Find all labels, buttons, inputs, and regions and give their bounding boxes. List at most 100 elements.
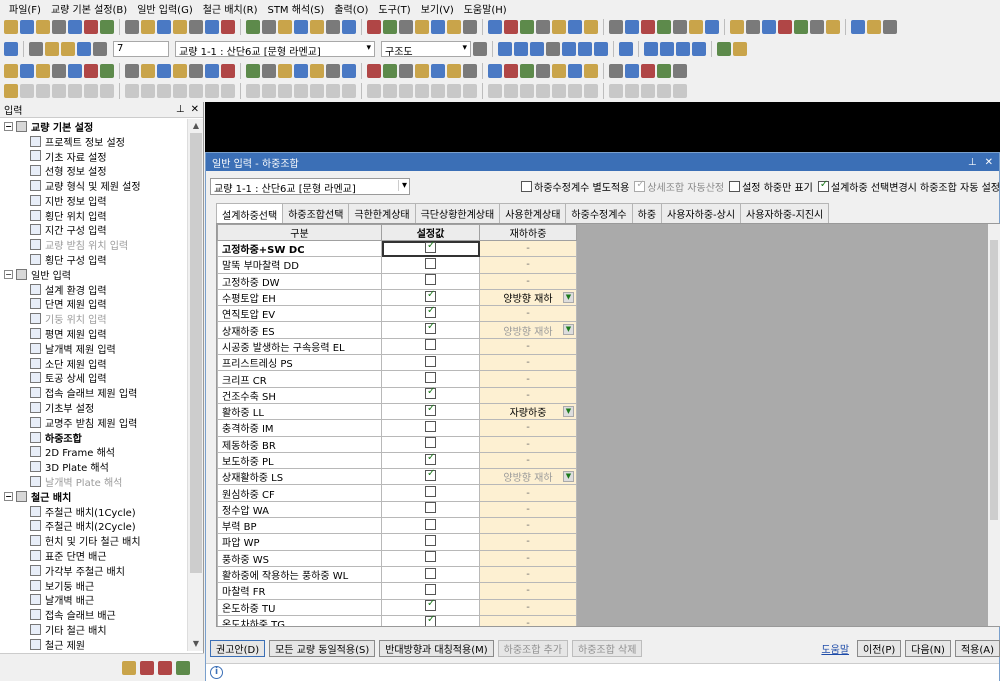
setting-checkbox[interactable]	[425, 289, 436, 302]
setting-checkbox[interactable]	[425, 321, 436, 335]
file-tool-39-icon[interactable]	[673, 20, 687, 34]
edit-tool-18-icon[interactable]	[310, 84, 324, 98]
tree-node[interactable]: 보기둥 배근	[0, 578, 186, 593]
edit-tool-12-icon[interactable]	[205, 84, 219, 98]
edit-tool-26-icon[interactable]	[447, 84, 461, 98]
setting-checkbox[interactable]	[425, 452, 436, 465]
tab-2[interactable]: 극한한계상태	[348, 203, 416, 223]
page-icon[interactable]	[93, 42, 107, 56]
zoom-tool-18-icon[interactable]	[310, 64, 324, 78]
tree-node[interactable]: − 일반 입력	[0, 267, 186, 282]
zoom-tool-20-icon[interactable]	[342, 64, 356, 78]
zoom-tool-32-icon[interactable]	[552, 64, 566, 78]
setting-checkbox[interactable]	[425, 240, 436, 253]
zoom-tool-28-icon[interactable]	[488, 64, 502, 78]
tree-node[interactable]: 프로젝트 정보 설정	[0, 134, 186, 149]
file-tool-16-icon[interactable]	[278, 20, 292, 34]
edit-tool-8-icon[interactable]	[141, 84, 155, 98]
menu-item-2[interactable]: 일반 입력(G)	[132, 1, 198, 16]
edit-tool-37-icon[interactable]	[641, 84, 655, 98]
menu-item-3[interactable]: 철근 배치(R)	[198, 1, 263, 16]
setting-cell[interactable]	[381, 403, 480, 421]
zoom-tool-8-icon[interactable]	[141, 64, 155, 78]
file-tool-31-icon[interactable]	[536, 20, 550, 34]
file-tool-47-icon[interactable]	[810, 20, 824, 34]
tree-node[interactable]: 헌치 및 기타 철근 배치	[0, 533, 186, 548]
dimension-icon[interactable]	[676, 42, 690, 56]
setting-cell[interactable]	[381, 517, 480, 535]
tree-node[interactable]: 선형 정보 설정	[0, 163, 186, 178]
scroll-thumb[interactable]	[190, 133, 202, 573]
drawing-tab-icon[interactable]	[158, 660, 172, 675]
option-checkbox-3[interactable]: 설계하중 선택변경시 하중조합 자동 설정	[817, 179, 1000, 194]
dropdown-arrow-icon[interactable]: ▼	[563, 291, 574, 303]
load-cell[interactable]: 양방향 재하 ▼	[479, 468, 577, 486]
setting-cell[interactable]	[381, 419, 480, 437]
tree-node[interactable]: 교량 형식 및 제원 설정	[0, 178, 186, 193]
save-icon[interactable]	[45, 42, 59, 56]
file-tool-6-icon[interactable]	[100, 20, 114, 34]
edit-tool-23-icon[interactable]	[399, 84, 413, 98]
tree-node[interactable]: 주철근 배치(1Cycle)	[0, 504, 186, 519]
setting-checkbox[interactable]	[425, 534, 436, 546]
menu-item-6[interactable]: 도구(T)	[373, 1, 415, 16]
tree-node[interactable]: 3D Plate 해석	[0, 459, 186, 474]
file-tool-0-icon[interactable]	[4, 20, 18, 34]
zoom-tool-29-icon[interactable]	[504, 64, 518, 78]
option-checkbox-0[interactable]: 하중수정계수 별도적용	[521, 179, 629, 194]
file-tool-20-icon[interactable]	[342, 20, 356, 34]
setting-checkbox[interactable]	[425, 614, 436, 626]
tree-node[interactable]: − 교량 기본 설정	[0, 119, 186, 134]
file-tool-15-icon[interactable]	[262, 20, 276, 34]
edit-tool-13-icon[interactable]	[221, 84, 235, 98]
zoom-tool-37-icon[interactable]	[641, 64, 655, 78]
first-page-icon[interactable]	[498, 42, 512, 56]
file-tool-40-icon[interactable]	[689, 20, 703, 34]
tab-1[interactable]: 하중조합선택	[282, 203, 350, 223]
setting-cell[interactable]	[381, 305, 480, 323]
page-input[interactable]: 7	[113, 41, 169, 57]
file-tool-37-icon[interactable]	[641, 20, 655, 34]
edit-tool-34-icon[interactable]	[584, 84, 598, 98]
next-button[interactable]: 다음(N)	[905, 639, 951, 657]
tree-scrollbar[interactable]: ▲ ▼	[187, 119, 203, 651]
zoom-tool-34-icon[interactable]	[584, 64, 598, 78]
zoom-tool-27-icon[interactable]	[463, 64, 477, 78]
prev-icon[interactable]	[530, 42, 544, 56]
file-tool-49-icon[interactable]	[851, 20, 865, 34]
action-button-0[interactable]: 권고안(D)	[210, 639, 266, 657]
edit-tool-17-icon[interactable]	[294, 84, 308, 98]
option-checkbox-2[interactable]: 설정 하중만 표기	[729, 179, 813, 194]
setting-checkbox[interactable]	[425, 502, 436, 514]
tab-8[interactable]: 사용자하중-지진시	[740, 203, 830, 223]
edit-tool-2-icon[interactable]	[36, 84, 50, 98]
setting-cell[interactable]	[381, 370, 480, 388]
collapse-toggle-icon[interactable]: −	[4, 121, 13, 131]
tree-node[interactable]: 하중조합	[0, 430, 186, 445]
edit-tool-0-icon[interactable]	[4, 84, 18, 98]
setting-checkbox[interactable]	[425, 386, 436, 400]
edit-tool-1-icon[interactable]	[20, 84, 34, 98]
zoom-tool-15-icon[interactable]	[262, 64, 276, 78]
file-tool-14-icon[interactable]	[246, 20, 260, 34]
setting-cell[interactable]	[381, 614, 480, 626]
tree-node[interactable]: 주철근 배치(2Cycle)	[0, 519, 186, 533]
zoom-tool-10-icon[interactable]	[173, 64, 187, 78]
edit-tool-32-icon[interactable]	[552, 84, 566, 98]
file-tool-42-icon[interactable]	[730, 20, 744, 34]
load-cell[interactable]: 자량하중 ▼	[479, 402, 577, 421]
setting-checkbox[interactable]	[425, 257, 436, 269]
zoom-tool-11-icon[interactable]	[189, 64, 203, 78]
setting-checkbox[interactable]	[425, 583, 436, 595]
setting-checkbox[interactable]	[425, 437, 436, 449]
zoom-tool-31-icon[interactable]	[536, 64, 550, 78]
check-icon[interactable]	[4, 42, 18, 56]
setting-cell[interactable]	[381, 256, 480, 274]
zoom-tool-0-icon[interactable]	[4, 64, 18, 78]
zoom-tool-38-icon[interactable]	[657, 64, 671, 78]
file-tool-11-icon[interactable]	[189, 20, 203, 34]
file-tool-17-icon[interactable]	[294, 20, 308, 34]
setting-cell[interactable]	[381, 484, 480, 502]
setting-checkbox[interactable]	[425, 486, 436, 498]
zoom-tool-7-icon[interactable]	[125, 64, 139, 78]
